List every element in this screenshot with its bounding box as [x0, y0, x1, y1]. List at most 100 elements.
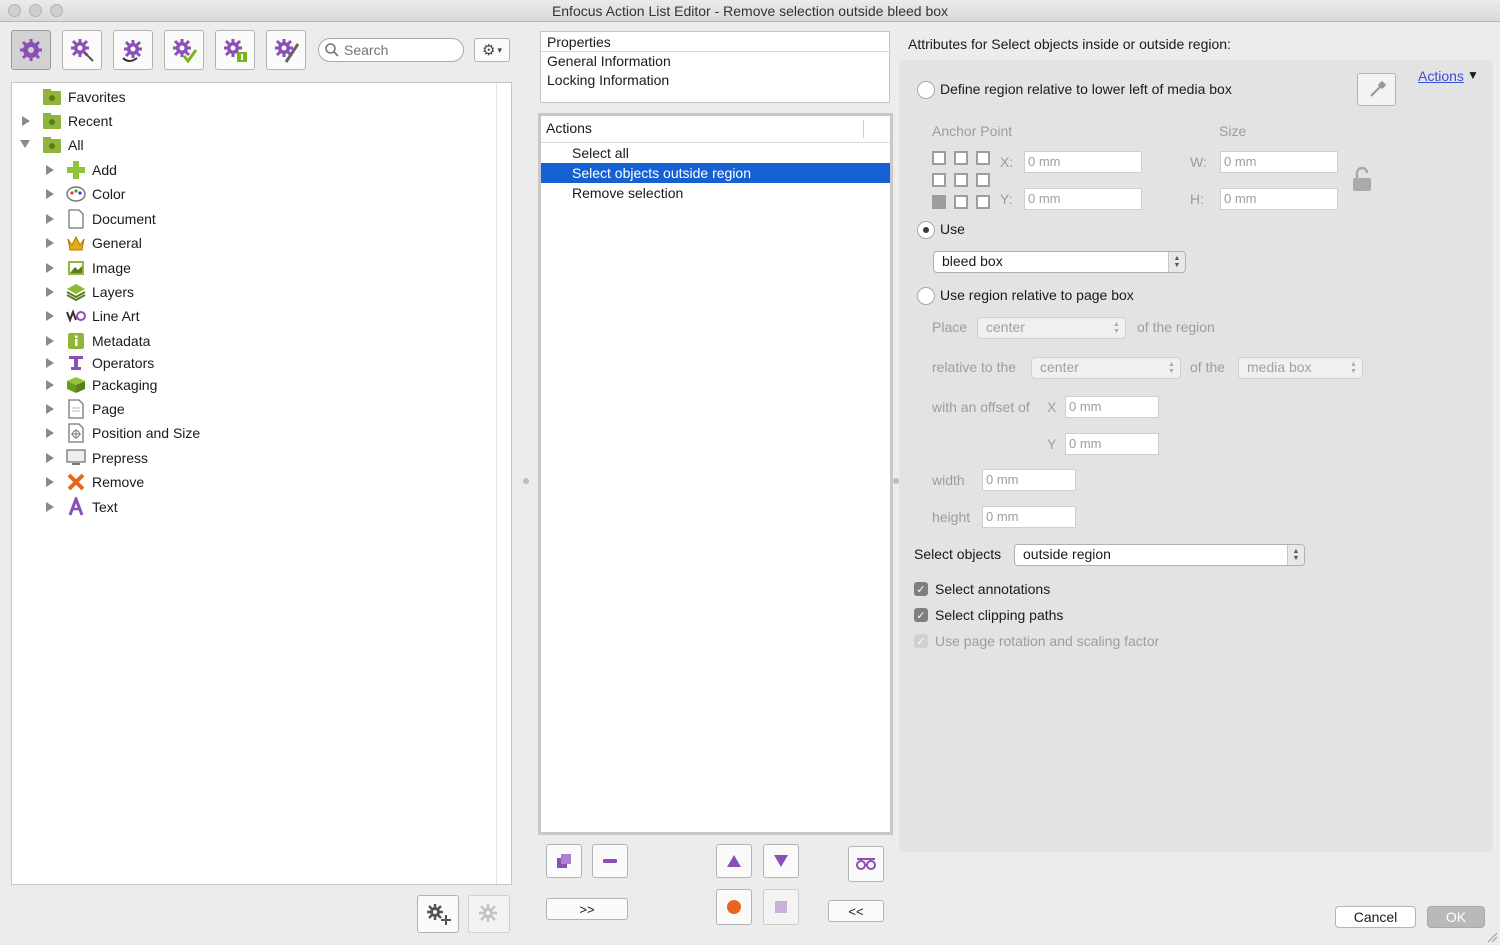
- tree-item-document[interactable]: Document: [44, 208, 156, 230]
- relative-select[interactable]: center ▲ ▼: [1031, 357, 1181, 379]
- place-select[interactable]: center ▲ ▼: [977, 317, 1126, 339]
- page-box-select[interactable]: media box ▲ ▼: [1238, 357, 1363, 379]
- tree-item-text[interactable]: Text: [44, 496, 118, 518]
- disclosure-collapsed-icon[interactable]: [46, 453, 54, 463]
- disclosure-collapsed-icon[interactable]: [46, 311, 54, 321]
- search-input[interactable]: [344, 42, 454, 58]
- tree-item-metadata[interactable]: Metadata: [44, 330, 150, 352]
- tree-item-all[interactable]: All: [20, 134, 84, 156]
- x-field[interactable]: 0 mm: [1024, 151, 1142, 173]
- disabled-gear-button[interactable]: [468, 895, 510, 933]
- ok-button[interactable]: OK: [1427, 906, 1485, 928]
- disclosure-collapsed-icon[interactable]: [46, 404, 54, 414]
- anchor-center[interactable]: [954, 173, 968, 187]
- preview-button[interactable]: [848, 846, 884, 882]
- tree-item-image[interactable]: Image: [44, 257, 131, 279]
- anchor-middle-right[interactable]: [976, 173, 990, 187]
- select-objects-select[interactable]: outside region ▲ ▼: [1014, 544, 1305, 566]
- move-right-button[interactable]: >>: [546, 898, 628, 920]
- tree-item-remove[interactable]: Remove: [44, 471, 144, 493]
- stop-button[interactable]: [763, 889, 799, 925]
- properties-item-locking[interactable]: Locking Information: [541, 71, 889, 90]
- use-radio[interactable]: [917, 221, 935, 239]
- disclosure-collapsed-icon[interactable]: [46, 336, 54, 346]
- tree-item-line-art[interactable]: Line Art: [44, 305, 139, 327]
- actions-dropdown-icon[interactable]: ▼: [1467, 68, 1479, 82]
- offset-x-field[interactable]: 0 mm: [1065, 396, 1159, 418]
- anchor-middle-left[interactable]: [932, 173, 946, 187]
- use-box-select[interactable]: bleed box ▲ ▼: [933, 251, 1186, 273]
- action-item-select-all[interactable]: Select all: [541, 143, 890, 163]
- action-item-select-outside[interactable]: Select objects outside region: [541, 163, 890, 183]
- use-region-radio[interactable]: [917, 287, 935, 305]
- resize-grip-icon[interactable]: [1486, 931, 1498, 943]
- info-gear-button[interactable]: [215, 30, 255, 70]
- disclosure-collapsed-icon[interactable]: [46, 165, 54, 175]
- disclosure-collapsed-icon[interactable]: [46, 380, 54, 390]
- import-gear-button[interactable]: [113, 30, 153, 70]
- disclosure-collapsed-icon[interactable]: [46, 502, 54, 512]
- width-field[interactable]: 0 mm: [1220, 151, 1338, 173]
- offset-y-field[interactable]: 0 mm: [1065, 433, 1159, 455]
- offset-y-label: Y: [1047, 436, 1057, 452]
- define-region-radio[interactable]: [917, 81, 935, 99]
- move-down-button[interactable]: [763, 844, 799, 878]
- anchor-top-center[interactable]: [954, 151, 968, 165]
- action-item-remove-selection[interactable]: Remove selection: [541, 183, 890, 203]
- edit-gear-button[interactable]: [62, 30, 102, 70]
- anchor-bottom-left[interactable]: [932, 195, 946, 209]
- height-field[interactable]: 0 mm: [1220, 188, 1338, 210]
- tree-item-add[interactable]: Add: [44, 159, 117, 181]
- tree-item-prepress[interactable]: Prepress: [44, 447, 148, 469]
- disclosure-collapsed-icon[interactable]: [22, 116, 30, 126]
- tree-item-recent[interactable]: Recent: [20, 110, 112, 132]
- search-field[interactable]: [318, 38, 464, 62]
- duplicate-action-button[interactable]: [546, 844, 582, 878]
- anchor-bottom-right[interactable]: [976, 195, 990, 209]
- disclosure-collapsed-icon[interactable]: [46, 428, 54, 438]
- properties-item-general[interactable]: General Information: [541, 52, 889, 71]
- remove-action-button[interactable]: [592, 844, 628, 878]
- add-action-button[interactable]: [417, 895, 459, 933]
- move-left-button[interactable]: <<: [828, 900, 884, 922]
- anchor-top-right[interactable]: [976, 151, 990, 165]
- move-up-button[interactable]: [716, 844, 752, 878]
- disclosure-collapsed-icon[interactable]: [46, 214, 54, 224]
- region-height-field[interactable]: 0 mm: [982, 506, 1076, 528]
- actions-link[interactable]: Actions: [1418, 68, 1464, 84]
- tree-item-page[interactable]: Page: [44, 398, 125, 420]
- use-rotation-checkbox[interactable]: ✓: [914, 634, 928, 648]
- tree-item-favorites[interactable]: Favorites: [20, 86, 126, 108]
- actions-gear-button[interactable]: [11, 30, 51, 70]
- gear-menu-button[interactable]: ⚙ ▾: [474, 38, 510, 62]
- disclosure-collapsed-icon[interactable]: [46, 287, 54, 297]
- disclosure-collapsed-icon[interactable]: [46, 477, 54, 487]
- tree-item-operators[interactable]: Operators: [44, 352, 154, 374]
- disclosure-expanded-icon[interactable]: [20, 140, 30, 148]
- tree-scrollbar[interactable]: [496, 83, 497, 884]
- stop-icon: [775, 901, 787, 913]
- check-gear-button[interactable]: [164, 30, 204, 70]
- tree-item-packaging[interactable]: Packaging: [44, 374, 157, 396]
- y-field[interactable]: 0 mm: [1024, 188, 1142, 210]
- anchor-top-left[interactable]: [932, 151, 946, 165]
- line-art-icon: [66, 306, 86, 326]
- settings-gear-button[interactable]: [266, 30, 306, 70]
- record-button[interactable]: [716, 889, 752, 925]
- disclosure-collapsed-icon[interactable]: [46, 238, 54, 248]
- tree-item-position-and-size[interactable]: Position and Size: [44, 422, 200, 444]
- region-width-field[interactable]: 0 mm: [982, 469, 1076, 491]
- disclosure-collapsed-icon[interactable]: [46, 263, 54, 273]
- unlock-icon[interactable]: [1352, 166, 1372, 192]
- eyedropper-button[interactable]: [1357, 73, 1396, 106]
- tree-item-color[interactable]: Color: [44, 183, 125, 205]
- select-clipping-checkbox[interactable]: ✓: [914, 608, 928, 622]
- cancel-button[interactable]: Cancel: [1335, 906, 1416, 928]
- left-splitter-handle[interactable]: [523, 478, 529, 484]
- tree-item-general[interactable]: General: [44, 232, 142, 254]
- anchor-bottom-center[interactable]: [954, 195, 968, 209]
- disclosure-collapsed-icon[interactable]: [46, 189, 54, 199]
- tree-item-layers[interactable]: Layers: [44, 281, 134, 303]
- select-annotations-checkbox[interactable]: ✓: [914, 582, 928, 596]
- disclosure-collapsed-icon[interactable]: [46, 358, 54, 368]
